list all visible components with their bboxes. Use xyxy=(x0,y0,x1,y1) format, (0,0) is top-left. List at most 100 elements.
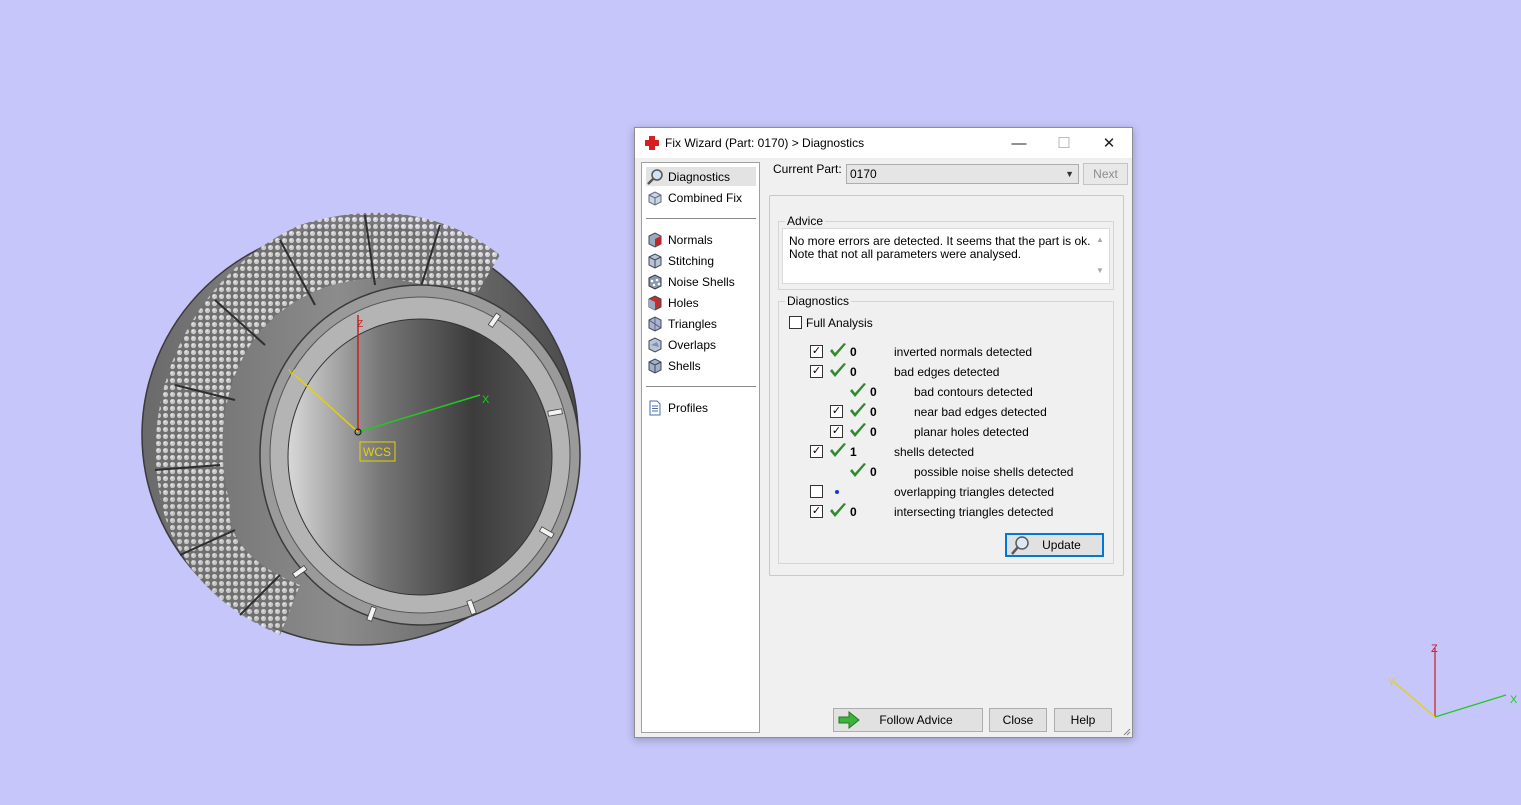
diagnostic-count: 0 xyxy=(870,425,877,439)
red-cross-icon xyxy=(645,136,659,150)
chevron-down-icon: ▼ xyxy=(1065,169,1074,179)
triangles-cube-icon xyxy=(648,315,662,332)
green-arrow-icon xyxy=(838,711,860,729)
nav-item-diagnostics[interactable]: Diagnostics xyxy=(646,167,756,186)
nav-item-label: Noise Shells xyxy=(668,274,735,289)
diagnostic-count: 1 xyxy=(850,445,857,459)
green-check-icon xyxy=(850,403,866,417)
holes-cube-icon xyxy=(648,294,662,311)
corner-axis-z-label: Z xyxy=(1431,643,1438,655)
axis-z-label: Z xyxy=(357,319,363,330)
nav-item-label: Combined Fix xyxy=(668,190,743,205)
diagnostic-row: ✓ 0 bad edges detected xyxy=(779,363,1109,385)
nav-item-label: Shells xyxy=(668,358,701,373)
minimize-button[interactable]: — xyxy=(996,128,1042,158)
maximize-icon: ☐ xyxy=(1057,135,1071,152)
maximize-button[interactable]: ☐ xyxy=(1041,128,1087,158)
diagnostic-checkbox[interactable] xyxy=(810,485,823,498)
diagnostic-count: 0 xyxy=(870,465,877,479)
nav-item-noise-shells[interactable]: Noise Shells xyxy=(646,272,756,291)
diagnostic-label: bad contours detected xyxy=(914,385,1033,399)
green-check-icon xyxy=(830,343,846,357)
diagnostic-label: possible noise shells detected xyxy=(914,465,1074,479)
document-icon xyxy=(649,400,661,415)
diagnostic-label: intersecting triangles detected xyxy=(894,505,1054,519)
full-analysis-checkbox[interactable] xyxy=(789,316,802,329)
diagnostic-count: 0 xyxy=(870,385,877,399)
follow-advice-button[interactable]: Follow Advice xyxy=(833,708,983,732)
nav-item-label: Triangles xyxy=(668,316,717,331)
nav-divider xyxy=(646,218,756,219)
green-check-icon xyxy=(850,383,866,397)
close-button[interactable]: Close xyxy=(989,708,1047,732)
corner-axis-x-label: X xyxy=(1510,694,1518,706)
diagnostic-count: 0 xyxy=(850,505,857,519)
fix-wizard-dialog: Fix Wizard (Part: 0170) > Diagnostics — … xyxy=(634,127,1133,738)
help-button[interactable]: Help xyxy=(1054,708,1112,732)
advice-text-line2: Note that not all parameters were analys… xyxy=(789,247,1022,261)
diagnostic-label: planar holes detected xyxy=(914,425,1029,439)
advice-textbox[interactable]: No more errors are detected. It seems th… xyxy=(782,228,1110,284)
diagnostic-label: overlapping triangles detected xyxy=(894,485,1055,499)
corner-axis-y-label: Y xyxy=(1388,677,1396,689)
diagnostic-row: ✓ 1 shells detected xyxy=(779,443,1109,465)
orientation-axes: Z X Y xyxy=(1388,643,1518,718)
scroll-down-icon[interactable]: ▼ xyxy=(1096,264,1104,277)
full-analysis-label: Full Analysis xyxy=(806,316,873,330)
update-label: Update xyxy=(1042,538,1081,552)
diagnostic-checkbox[interactable]: ✓ xyxy=(810,445,823,458)
nav-item-label: Diagnostics xyxy=(668,169,731,184)
green-check-icon xyxy=(850,463,866,477)
wizard-nav: Diagnostics Combined Fix Normals Stitchi… xyxy=(641,162,760,733)
nav-item-label: Holes xyxy=(668,295,699,310)
diagnostic-label: near bad edges detected xyxy=(914,405,1047,419)
nav-item-triangles[interactable]: Triangles xyxy=(646,314,756,333)
stitching-cube-icon xyxy=(648,252,662,269)
close-icon: ✕ xyxy=(1102,135,1116,152)
nav-item-label: Normals xyxy=(668,232,713,247)
diagnostic-checkbox[interactable]: ✓ xyxy=(810,505,823,518)
diagnostic-checkbox[interactable]: ✓ xyxy=(810,345,823,358)
cube-icon xyxy=(648,190,662,206)
green-check-icon xyxy=(830,363,846,377)
minimize-icon: — xyxy=(1011,134,1027,152)
diagnostic-count: 0 xyxy=(870,405,877,419)
diagnostic-count: 0 xyxy=(850,345,857,359)
diagnostic-row: ✓ 0 near bad edges detected xyxy=(779,403,1109,425)
nav-divider xyxy=(646,386,756,387)
diagnostic-label: bad edges detected xyxy=(894,365,1000,379)
next-button[interactable]: Next xyxy=(1083,163,1128,185)
diagnostics-group: Diagnostics Full Analysis ✓ 0 inverted nor… xyxy=(778,294,1114,564)
magnifier-icon xyxy=(1011,536,1029,555)
axis-y-label: Y xyxy=(288,368,296,380)
follow-advice-label: Follow Advice xyxy=(879,713,953,727)
diagnostics-panel: Advice No more errors are detected. It s… xyxy=(769,195,1124,576)
nav-item-overlaps[interactable]: Overlaps xyxy=(646,335,756,354)
shells-cube-icon xyxy=(648,357,662,374)
noise-shells-icon xyxy=(648,273,662,290)
nav-item-profiles[interactable]: Profiles xyxy=(646,398,756,417)
update-button[interactable]: Update xyxy=(1005,533,1104,557)
nav-item-normals[interactable]: Normals xyxy=(646,230,756,249)
nav-item-shells[interactable]: Shells xyxy=(646,356,756,375)
resize-grip-icon[interactable] xyxy=(1121,726,1131,736)
advice-scrollbar[interactable]: ▲ ▼ xyxy=(1093,233,1107,277)
diagnostic-checkbox[interactable]: ✓ xyxy=(830,425,843,438)
nav-item-label: Stitching xyxy=(668,253,715,268)
diagnostic-row: 0 bad contours detected xyxy=(779,383,1109,405)
nav-item-holes[interactable]: Holes xyxy=(646,293,756,312)
nav-item-label: Overlaps xyxy=(668,337,717,352)
pending-dot-icon xyxy=(835,490,839,494)
green-check-icon xyxy=(830,503,846,517)
diagnostic-checkbox[interactable]: ✓ xyxy=(810,365,823,378)
green-check-icon xyxy=(830,443,846,457)
current-part-select[interactable]: 0170 ▼ xyxy=(846,164,1079,184)
advice-group: Advice No more errors are detected. It s… xyxy=(778,214,1114,290)
ring-model[interactable]: Z X Y WCS xyxy=(120,195,590,665)
titlebar[interactable]: Fix Wizard (Part: 0170) > Diagnostics — … xyxy=(635,128,1132,158)
diagnostic-checkbox[interactable]: ✓ xyxy=(830,405,843,418)
nav-item-stitching[interactable]: Stitching xyxy=(646,251,756,270)
scroll-up-icon[interactable]: ▲ xyxy=(1096,233,1104,246)
close-window-button[interactable]: ✕ xyxy=(1086,128,1132,158)
nav-item-combined-fix[interactable]: Combined Fix xyxy=(646,188,756,207)
